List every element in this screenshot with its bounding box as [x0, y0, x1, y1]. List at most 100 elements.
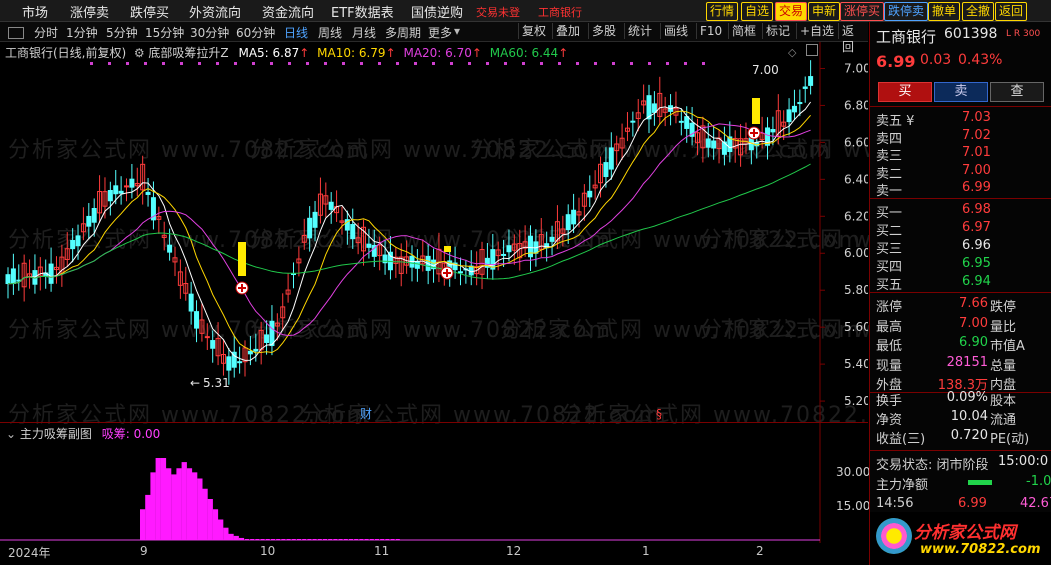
tool-button-9[interactable]: 返回	[838, 23, 868, 54]
buy-button[interactable]: 买	[878, 82, 932, 102]
ask-label: 卖三	[876, 149, 903, 164]
chart-expand-icon[interactable]: ◇	[788, 46, 796, 59]
period-tab-5[interactable]: 60分钟	[236, 24, 275, 41]
candle-body	[86, 215, 92, 227]
bid-row[interactable]: 买五 6.94	[870, 274, 1051, 294]
period-tab-6[interactable]: 日线	[284, 24, 308, 41]
tool-button-1[interactable]: 叠加	[552, 23, 583, 39]
menu-button-2[interactable]: 交易	[775, 2, 808, 21]
bid-row[interactable]: 买四 6.95	[870, 256, 1051, 276]
period-settings-icon[interactable]	[8, 27, 24, 39]
legend-ma20: MA20: 6.70	[403, 46, 472, 60]
low-label: ←	[190, 376, 200, 390]
period-tab-7[interactable]: 周线	[318, 24, 342, 41]
main-kline-chart[interactable]: 分析家公式网 www.70822.com 分析家公式网 www.70822.com…	[0, 42, 1051, 428]
histogram-bar	[395, 539, 400, 540]
menu-limit-up-sell[interactable]: 涨停卖	[70, 2, 109, 21]
bid-price: 6.94	[962, 274, 991, 289]
menu-button-3[interactable]: 申新	[808, 2, 841, 21]
menu-button-4[interactable]: 涨停买	[840, 2, 885, 21]
ask-label: 卖四	[876, 131, 903, 147]
menu-market[interactable]: 市场	[22, 2, 48, 21]
candle-body	[107, 190, 113, 202]
menu-fund-flow[interactable]: 资金流向	[262, 2, 314, 21]
y-tick-label: 6.20	[844, 209, 868, 223]
period-tab-3[interactable]: 15分钟	[145, 24, 184, 41]
histogram-bar	[390, 539, 395, 540]
histogram-bar	[271, 539, 275, 540]
chart-window-icon[interactable]	[806, 44, 818, 56]
histogram-bar	[176, 468, 182, 540]
query-button[interactable]: 查	[990, 82, 1044, 102]
period-tab-0[interactable]: 分时	[34, 24, 58, 41]
y-tick-label: 7.00	[844, 61, 868, 75]
legend-indicator[interactable]: 底部吸筹拉升Z	[148, 46, 228, 60]
period-tab-1[interactable]: 1分钟	[66, 24, 98, 41]
candle-body	[651, 103, 657, 113]
bid-label: 买二	[876, 224, 903, 239]
menu-bar: 市场 涨停卖 跌停买 外资流向 资金流向 ETF数据表 国债逆购 交易未登 工商…	[0, 0, 1051, 22]
stat-right-label: PE(动)	[990, 432, 1030, 447]
ask-row[interactable]: 卖一 6.99	[870, 180, 1051, 200]
period-tab-10[interactable]: 更多	[428, 24, 452, 41]
histogram-bar	[233, 535, 239, 540]
bid-row[interactable]: 买三 6.96	[870, 238, 1051, 258]
tool-button-6[interactable]: 简框	[728, 23, 759, 39]
menu-button-1[interactable]: 自选	[741, 2, 774, 21]
legend-ma60: MA60: 6.44	[489, 46, 559, 60]
menu-trade-status[interactable]: 交易未登	[476, 4, 520, 20]
menu-button-8[interactable]: 返回	[995, 2, 1028, 21]
bid-row[interactable]: 买二 6.97	[870, 220, 1051, 240]
bid-row[interactable]: 买一 6.98	[870, 202, 1051, 222]
tool-button-8[interactable]: +自选	[796, 23, 837, 39]
menu-button-0[interactable]: 行情	[706, 2, 739, 21]
tool-button-0[interactable]: 复权	[518, 23, 549, 39]
sub-title[interactable]: 主力吸筹副图	[20, 427, 92, 441]
sell-button[interactable]: 卖	[934, 82, 988, 102]
period-tab-4[interactable]: 30分钟	[190, 24, 229, 41]
tool-button-2[interactable]: 多股	[588, 23, 619, 39]
menu-stock-name[interactable]: 工商银行	[538, 4, 582, 20]
ma60-line	[7, 163, 811, 285]
sub-indicator-chart[interactable]: ⌄ 主力吸筹副图 吸筹: 0.00 30.00 15.00	[0, 422, 870, 547]
tool-button-5[interactable]: F10	[696, 23, 725, 39]
quote-pct: 0.43%	[958, 52, 1003, 68]
candle-body	[414, 261, 420, 269]
ask-price: 7.01	[962, 145, 991, 160]
menu-limit-down-buy[interactable]: 跌停买	[130, 2, 169, 21]
candle-body	[269, 320, 275, 347]
menu-bond-repo[interactable]: 国债逆购	[411, 2, 463, 21]
signal-dot	[90, 62, 93, 65]
period-tab-2[interactable]: 5分钟	[106, 24, 138, 41]
period-tab-8[interactable]: 月线	[352, 24, 376, 41]
candle-body	[802, 86, 808, 89]
candle-body	[791, 105, 797, 113]
histogram-bar	[250, 539, 255, 540]
up-arrow-icon: ↑	[558, 46, 569, 60]
menu-etf-table[interactable]: ETF数据表	[331, 2, 394, 21]
candle-body	[797, 102, 803, 105]
candle-body	[711, 140, 717, 149]
tool-button-3[interactable]: 统计	[624, 23, 655, 39]
period-toolbar: 分时 1分钟 5分钟 15分钟 30分钟 60分钟 日线 周线 月线 多周期 更多 ▾ 复权 叠加 多股统…	[0, 22, 868, 54]
menu-button-6[interactable]: 撤单	[928, 2, 961, 21]
legend-gear-icon[interactable]: ⚙	[130, 46, 145, 60]
histogram-bar	[338, 539, 343, 540]
candle-body	[113, 185, 119, 195]
period-tab-9[interactable]: 多周期	[385, 24, 421, 41]
up-arrow-icon: ↑	[471, 46, 482, 60]
tool-button-4[interactable]: 画线	[660, 23, 691, 39]
candle-body	[188, 293, 194, 312]
menu-button-5[interactable]: 跌停卖	[884, 2, 929, 21]
tool-button-7[interactable]: 标记	[762, 23, 793, 39]
histogram-bar	[333, 539, 338, 540]
sub-collapse-icon[interactable]: ⌄	[6, 427, 16, 441]
menu-button-7[interactable]: 全撤	[962, 2, 995, 21]
netflow-bar	[968, 480, 992, 485]
chevron-down-icon[interactable]: ▾	[454, 24, 460, 38]
menu-foreign-flow[interactable]: 外资流向	[189, 2, 241, 21]
event-marker[interactable]: §	[656, 407, 662, 421]
finance-marker[interactable]: 财	[360, 407, 372, 421]
signal-dot	[450, 62, 453, 65]
x-label-month: 12	[506, 544, 522, 558]
